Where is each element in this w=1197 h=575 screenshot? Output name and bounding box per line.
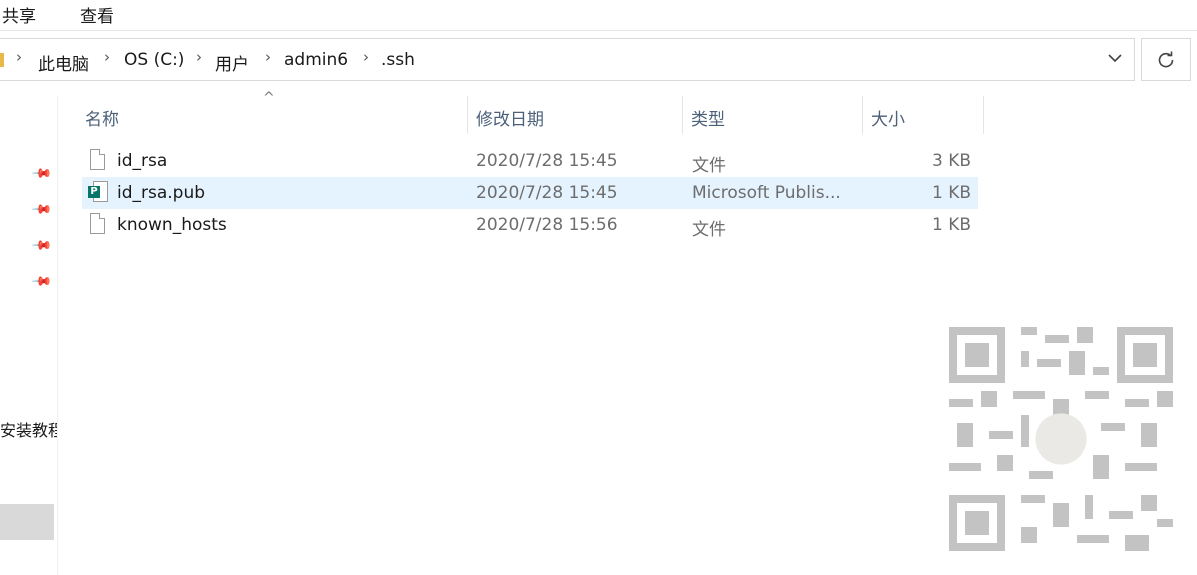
pin-icon[interactable]: 📌 [30, 199, 52, 221]
publisher-file-icon: P [88, 181, 108, 202]
tab-share[interactable]: 共享 [2, 2, 36, 27]
breadcrumb-users[interactable]: 用户 [215, 50, 249, 75]
column-header-size[interactable]: 大小 [863, 96, 983, 136]
column-header-type[interactable]: 类型 [683, 96, 862, 136]
breadcrumb-ssh[interactable]: .ssh [381, 50, 415, 70]
chevron-right-icon[interactable]: › [363, 48, 369, 66]
file-icon [90, 149, 105, 170]
breadcrumb-admin6[interactable]: admin6 [284, 50, 348, 70]
qr-code-watermark [949, 327, 1173, 551]
file-date: 2020/7/28 15:56 [476, 215, 618, 235]
file-type: Microsoft Publis... [692, 183, 841, 203]
file-name: id_rsa.pub [117, 183, 206, 203]
chevron-right-icon[interactable]: › [265, 48, 271, 66]
refresh-icon [1158, 51, 1174, 67]
file-date: 2020/7/28 15:45 [476, 151, 618, 171]
pin-icon[interactable]: 📌 [30, 271, 52, 293]
pin-icon[interactable]: 📌 [30, 163, 52, 185]
file-icon [90, 213, 105, 234]
file-row-selected[interactable]: P id_rsa.pub 2020/7/28 15:45 Microsoft P… [82, 177, 978, 209]
breadcrumb-drive[interactable]: OS (C:) [124, 50, 184, 70]
nav-item-selected[interactable] [0, 504, 54, 540]
column-header-name[interactable]: 名称 [77, 96, 467, 136]
file-size: 1 KB [931, 183, 971, 203]
file-size: 3 KB [931, 151, 971, 171]
file-name: known_hosts [117, 215, 227, 235]
column-divider[interactable] [983, 96, 984, 134]
chevron-right-icon[interactable]: › [104, 48, 110, 66]
column-header-date[interactable]: 修改日期 [468, 96, 682, 136]
address-bar[interactable]: › 此电脑 › OS (C:) › 用户 › admin6 › .ssh [0, 38, 1135, 81]
chevron-right-icon[interactable]: › [196, 48, 202, 66]
tab-view[interactable]: 查看 [80, 2, 114, 27]
file-type: 文件 [692, 156, 726, 176]
file-name: id_rsa [117, 151, 168, 171]
refresh-button[interactable] [1141, 38, 1191, 81]
file-row[interactable]: id_rsa 2020/7/28 15:45 文件 3 KB [82, 145, 978, 177]
navigation-pane: 📌 📌 📌 📌 安装教程 [0, 96, 58, 575]
pin-icon[interactable]: 📌 [30, 235, 52, 257]
chevron-down-icon[interactable] [1106, 49, 1124, 67]
file-type: 文件 [692, 220, 726, 240]
file-size: 1 KB [931, 215, 971, 235]
file-row[interactable]: known_hosts 2020/7/28 15:56 文件 1 KB [82, 209, 978, 241]
file-date: 2020/7/28 15:45 [476, 183, 618, 203]
breadcrumb-this-pc[interactable]: 此电脑 [38, 50, 89, 75]
ribbon: 共享 查看 [0, 0, 1197, 31]
folder-icon [0, 53, 4, 67]
chevron-right-icon[interactable]: › [16, 48, 22, 66]
nav-item-label[interactable]: 安装教程 [0, 417, 57, 441]
